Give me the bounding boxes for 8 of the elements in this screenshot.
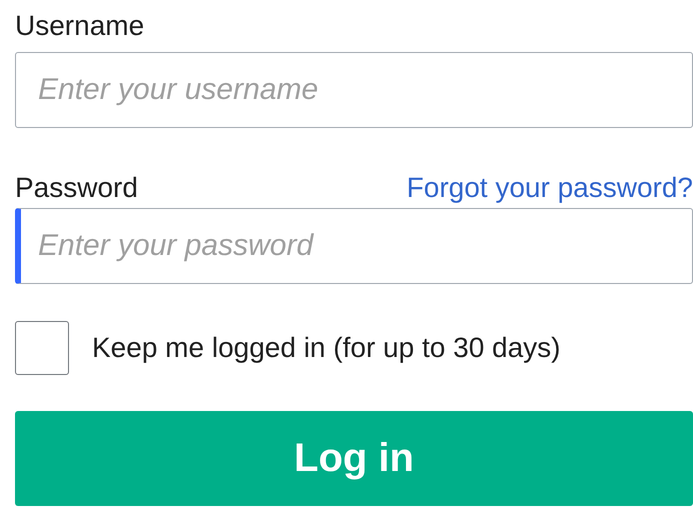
login-button[interactable]: Log in bbox=[15, 411, 693, 506]
password-field[interactable]: Enter your password bbox=[15, 208, 693, 284]
keep-logged-in-label: Keep me logged in (for up to 30 days) bbox=[92, 332, 561, 364]
forgot-password-link[interactable]: Forgot your password? bbox=[406, 168, 693, 208]
checkbox[interactable] bbox=[15, 321, 69, 375]
password-label: Password bbox=[15, 171, 138, 205]
username-field[interactable]: Enter your username bbox=[15, 52, 693, 128]
username-label: Username bbox=[15, 9, 144, 43]
